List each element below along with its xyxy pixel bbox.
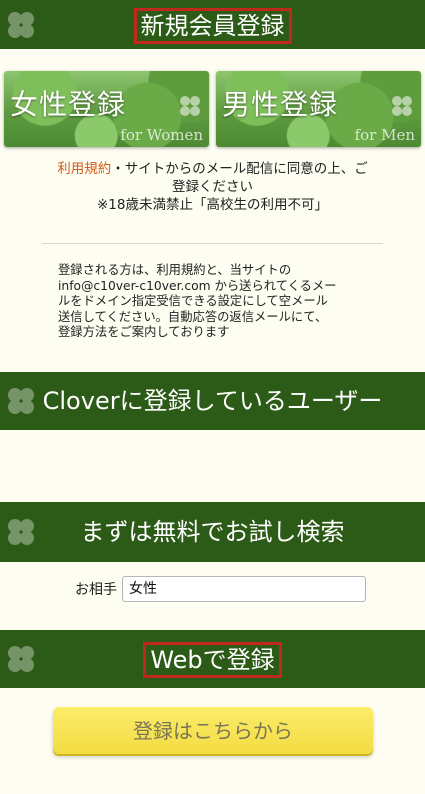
female-register-sublabel: for Women <box>120 126 203 144</box>
free-search-title: まずは無料でお試し検索 <box>80 518 345 546</box>
male-register-button[interactable]: 男性登録 for Men <box>216 71 421 147</box>
consent-line-1: 利用規約・サイトからのメール配信に同意の上、ご <box>20 160 405 178</box>
gender-selection: 女性登録 for Women 男性登録 for Men <box>4 71 421 147</box>
registered-users-title: Cloverに登録しているユーザー <box>42 387 383 415</box>
female-register-button[interactable]: 女性登録 for Women <box>4 71 209 147</box>
signup-header-band: 新規会員登録 <box>0 0 425 49</box>
clover-icon <box>180 96 200 116</box>
consent-notice: 利用規約・サイトからのメール配信に同意の上、ご 登録ください ※18歳未満禁止「… <box>20 160 405 214</box>
registration-instructions: 登録される方は、利用規約と、当サイトの info@c10ver-c10ver.c… <box>58 263 378 341</box>
clover-icon <box>8 519 34 545</box>
female-register-label: 女性登録 <box>10 88 127 121</box>
male-register-sublabel: for Men <box>354 126 415 144</box>
divider <box>42 243 383 244</box>
instructions-line-4: 送信してください。自動応答の返信メールにて、 <box>58 309 328 324</box>
clover-icon <box>8 11 34 38</box>
instructions-line-5: 登録方法をご案内しております <box>58 325 230 339</box>
consent-line-1-text: ・サイトからのメール配信に同意の上、ご <box>111 161 368 177</box>
partner-search-row: お相手 女性 <box>75 576 395 602</box>
partner-label: お相手 <box>75 582 117 598</box>
instructions-line-1: 登録される方は、利用規約と、当サイトの <box>58 263 292 277</box>
instructions-line-3: ルをドメイン指定受信できる設定にして空メール <box>58 294 328 308</box>
instructions-line-2: info@c10ver-c10ver.com から送られてくるメー <box>58 278 337 293</box>
consent-line-2: 登録ください <box>172 179 253 195</box>
clover-icon <box>8 388 34 414</box>
free-search-band: まずは無料でお試し検索 <box>0 502 425 562</box>
register-here-button[interactable]: 登録はこちらから <box>53 707 373 754</box>
web-register-band: Webで登録 <box>0 630 425 688</box>
clover-icon <box>8 646 34 672</box>
clover-icon <box>392 96 412 116</box>
registered-users-band: Cloverに登録しているユーザー <box>0 372 425 430</box>
web-register-title: Webで登録 <box>143 642 282 678</box>
age-restriction-note: ※18歳未満禁止「高校生の利用不可」 <box>97 197 328 213</box>
male-register-label: 男性登録 <box>222 88 339 121</box>
terms-link[interactable]: 利用規約 <box>57 161 111 177</box>
partner-gender-select[interactable]: 女性 <box>122 576 366 602</box>
page-title: 新規会員登録 <box>133 8 292 44</box>
